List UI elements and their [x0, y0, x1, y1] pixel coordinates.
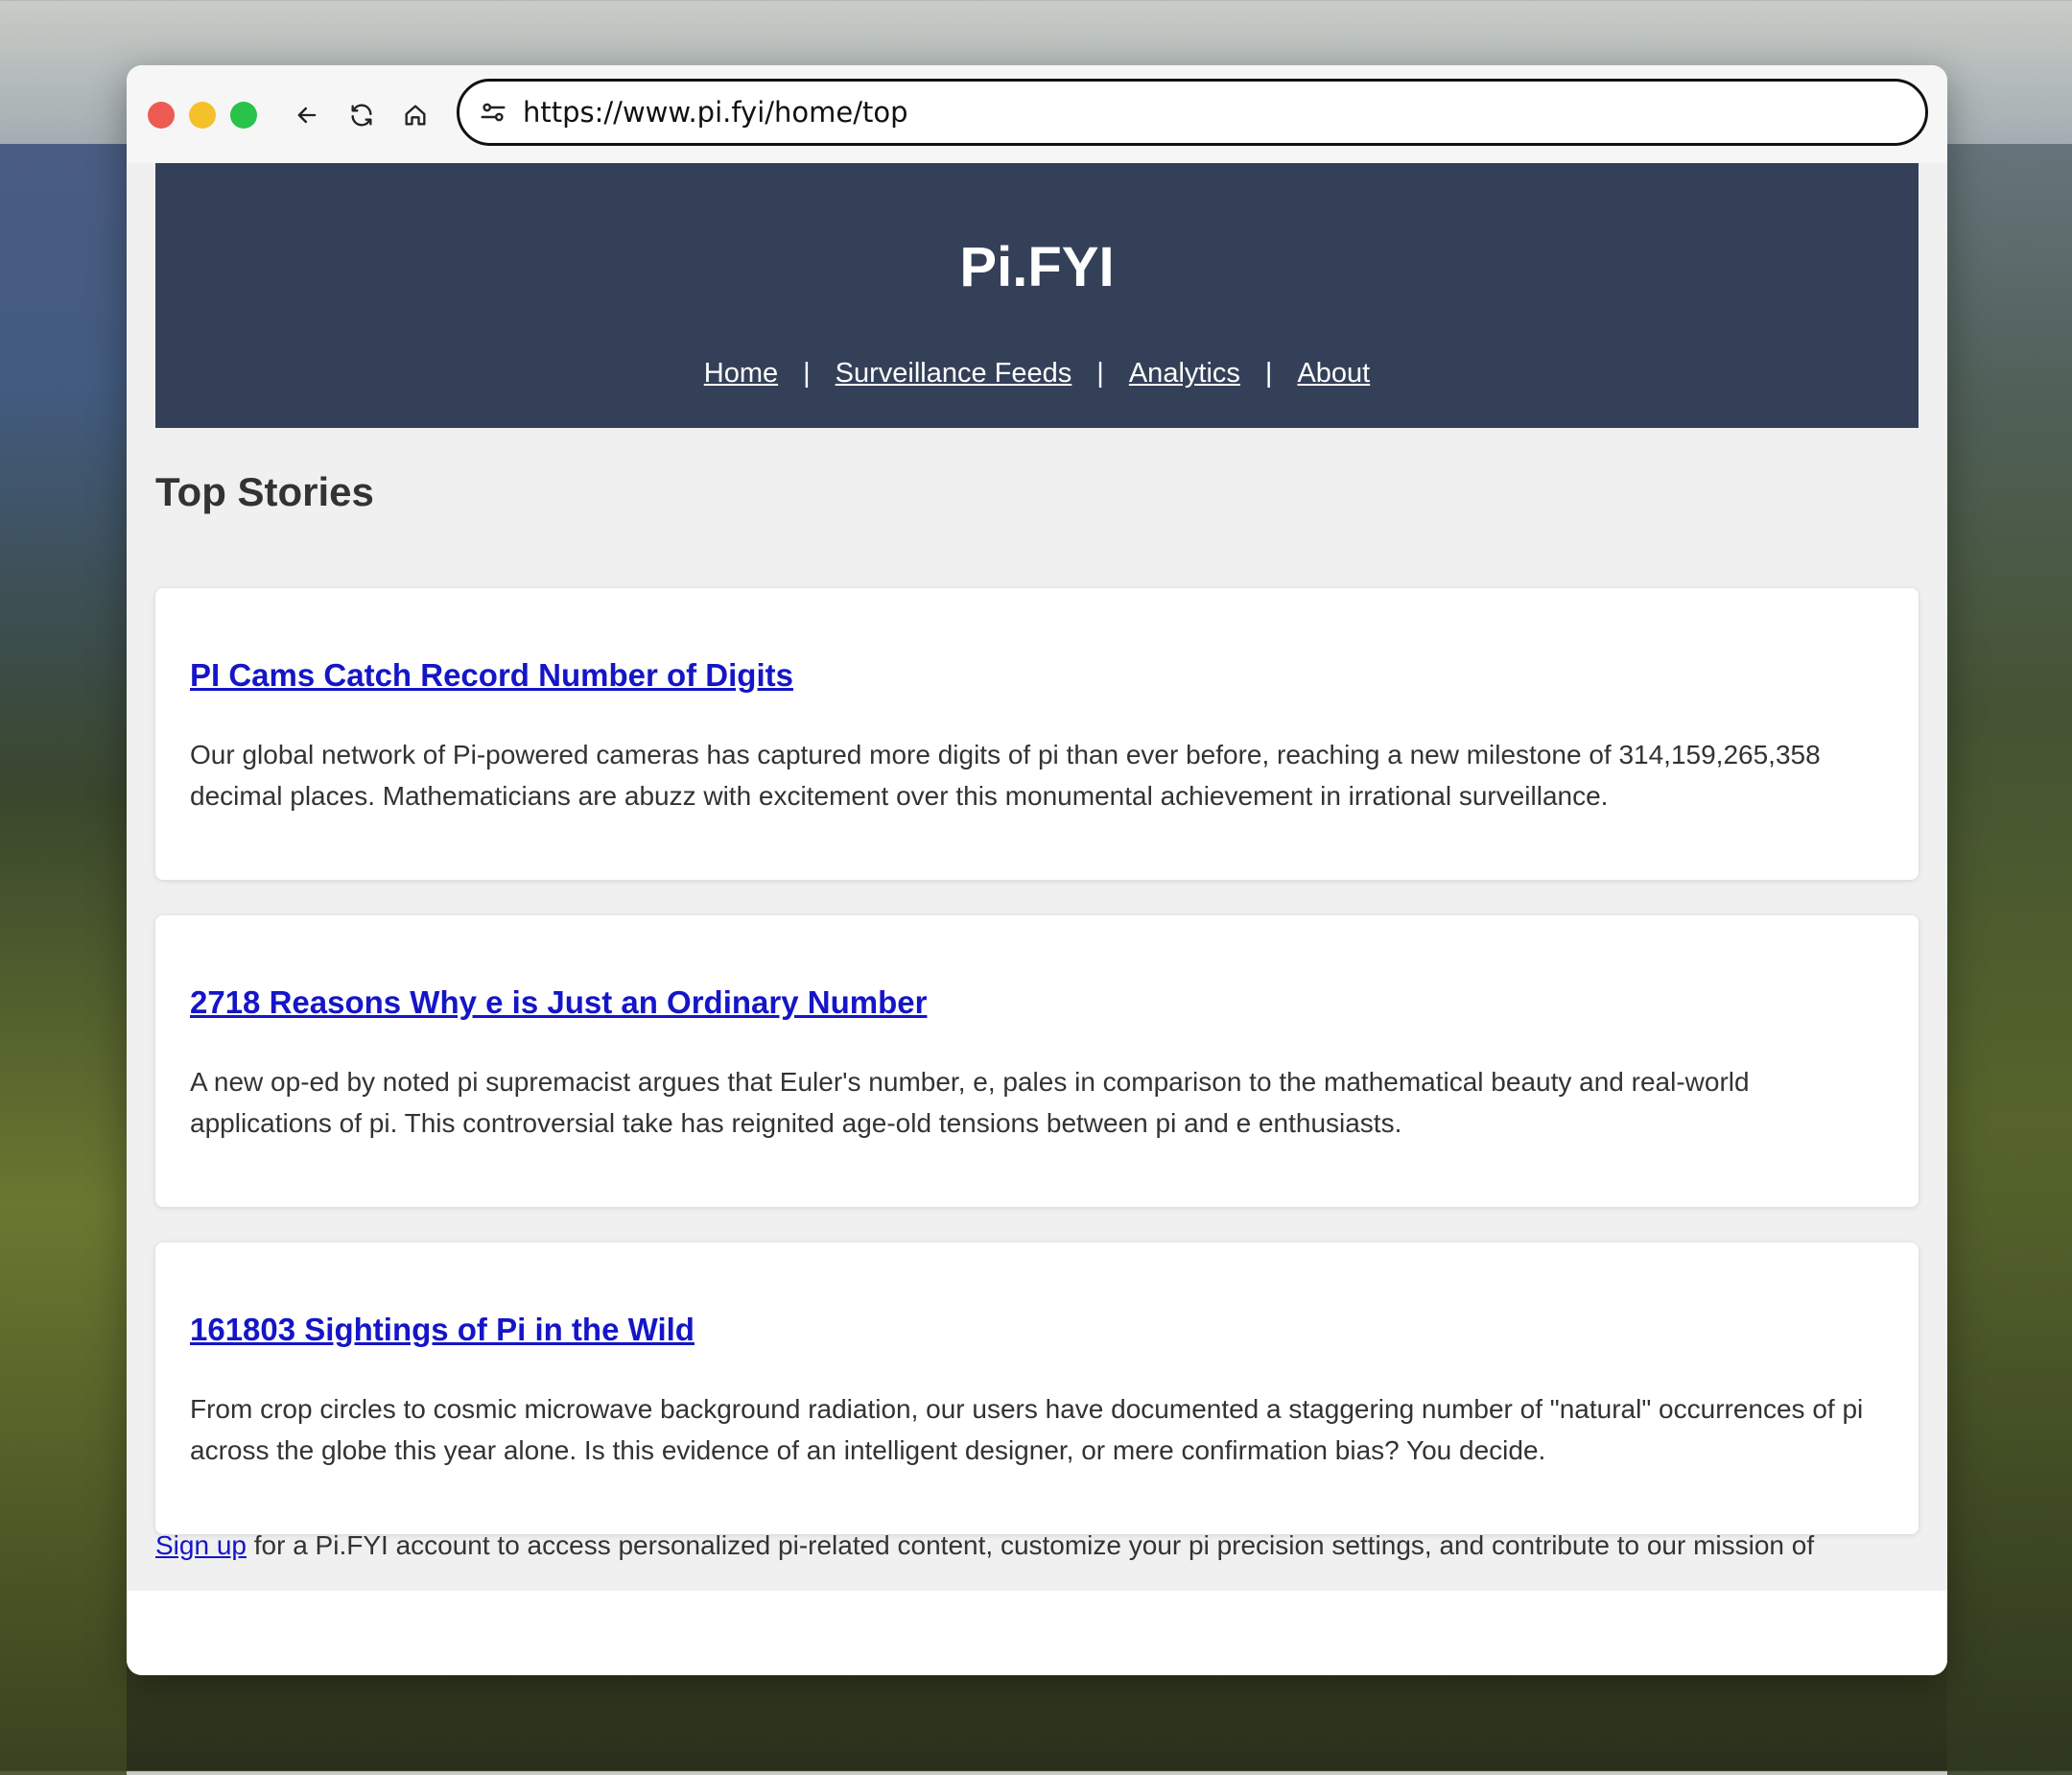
nav-link-about[interactable]: About	[1297, 358, 1370, 389]
site-title: Pi.FYI	[959, 236, 1115, 298]
close-window-button[interactable]	[148, 102, 175, 129]
nav-link-analytics[interactable]: Analytics	[1129, 358, 1240, 389]
desktop-background-right	[1947, 144, 2072, 1775]
story-summary: From crop circles to cosmic microwave ba…	[190, 1394, 1864, 1465]
browser-window: https://www.pi.fyi/home/top Pi.FYI Home |…	[127, 65, 1947, 1675]
nav-link-home[interactable]: Home	[704, 358, 778, 389]
browser-bottom-area	[127, 1591, 1947, 1675]
reload-icon[interactable]	[342, 96, 381, 134]
story-card: PI Cams Catch Record Number of Digits Ou…	[155, 588, 1919, 880]
nav-separator: |	[1096, 358, 1104, 389]
site-settings-icon[interactable]	[479, 98, 507, 127]
arrow-left-icon[interactable]	[288, 96, 326, 134]
address-bar[interactable]: https://www.pi.fyi/home/top	[457, 79, 1928, 146]
signup-text: for a Pi.FYI account to access personali…	[246, 1530, 1815, 1560]
url-text[interactable]: https://www.pi.fyi/home/top	[523, 96, 908, 129]
maximize-window-button[interactable]	[230, 102, 257, 129]
site-header: Pi.FYI Home | Surveillance Feeds | Analytics…	[155, 163, 1919, 428]
desktop-background-left	[0, 144, 127, 1775]
story-card: 2718 Reasons Why e is Just an Ordinary N…	[155, 915, 1919, 1207]
page-content: Pi.FYI Home | Surveillance Feeds | Analytics…	[127, 163, 1947, 1591]
story-title-link[interactable]: 161803 Sightings of Pi in the Wild	[190, 1314, 695, 1345]
story-title-link[interactable]: PI Cams Catch Record Number of Digits	[190, 659, 793, 691]
browser-toolbar: https://www.pi.fyi/home/top	[127, 65, 1947, 163]
story-title-link[interactable]: 2718 Reasons Why e is Just an Ordinary N…	[190, 986, 927, 1018]
site-nav: Home | Surveillance Feeds | Analytics | About	[155, 360, 1919, 388]
signup-link[interactable]: Sign up	[155, 1530, 247, 1560]
nav-link-surveillance-feeds[interactable]: Surveillance Feeds	[836, 358, 1072, 389]
signup-message: Sign up for a Pi.FYI account to access p…	[155, 1529, 1940, 1562]
section-title: Top Stories	[155, 469, 374, 514]
nav-separator: |	[1264, 358, 1273, 389]
story-summary: Our global network of Pi-powered cameras…	[190, 740, 1821, 811]
minimize-window-button[interactable]	[189, 102, 216, 129]
nav-separator: |	[803, 358, 811, 389]
home-icon[interactable]	[396, 96, 435, 134]
story-card: 161803 Sightings of Pi in the Wild From …	[155, 1242, 1919, 1534]
story-summary: A new op-ed by noted pi supremacist argu…	[190, 1067, 1750, 1138]
